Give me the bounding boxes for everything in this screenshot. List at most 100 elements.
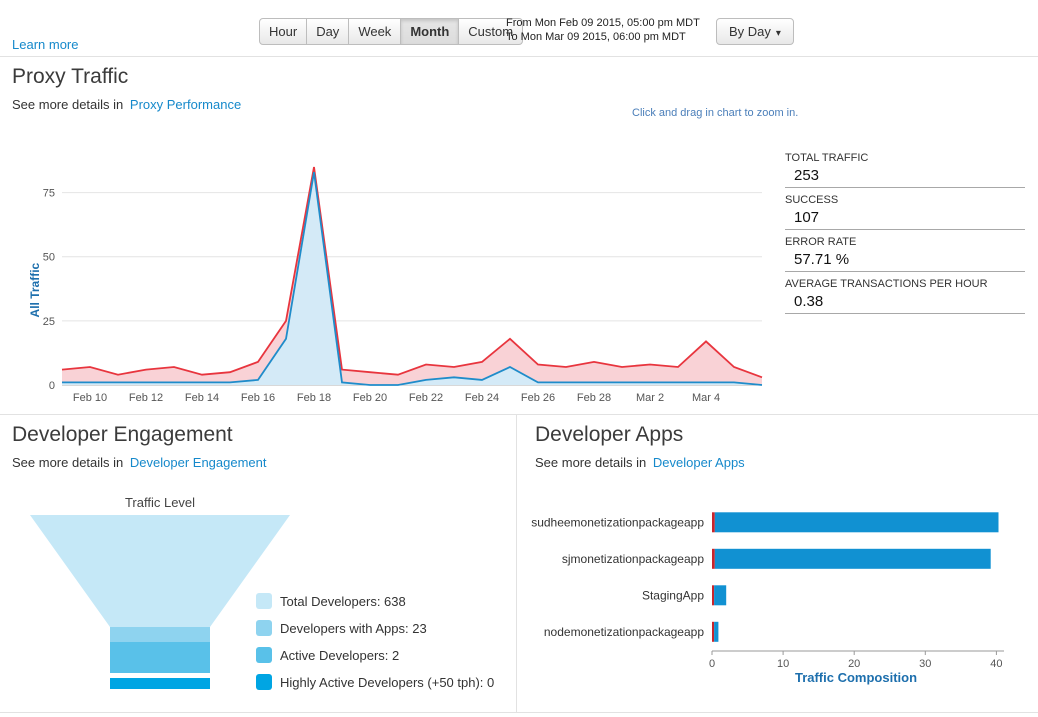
granularity-dropdown[interactable]: By Day ▾ xyxy=(716,18,794,45)
y-tick-label: 75 xyxy=(43,188,55,200)
engagement-subtitle: See more details in Developer Engagement xyxy=(12,455,267,470)
legend-item: Active Developers: 2 xyxy=(256,647,494,663)
stat-value: 57.71 % xyxy=(785,251,1025,268)
funnel-stage-total xyxy=(30,515,290,627)
range-button-month[interactable]: Month xyxy=(400,18,459,45)
traffic-area-chart[interactable]: 0 25 50 75 Feb 10 Feb 12 Feb 14 Feb 16 Feb 18 Feb… xyxy=(28,141,770,411)
x-tick-label: Mar 2 xyxy=(636,392,664,404)
legend-swatch-icon xyxy=(256,647,272,663)
zoom-hint: Click and drag in chart to zoom in. xyxy=(632,107,798,119)
x-tick-label: Feb 20 xyxy=(353,392,387,404)
x-tick-label: Feb 16 xyxy=(241,392,275,404)
stat-error-rate: ERROR RATE 57.71 % xyxy=(785,236,1025,272)
apps-subtitle: See more details in Developer Apps xyxy=(535,455,745,470)
x-tick-label: 40 xyxy=(990,658,1002,670)
x-tick-label: Feb 10 xyxy=(73,392,107,404)
range-button-hour[interactable]: Hour xyxy=(259,18,307,45)
developer-apps-title: Developer Apps xyxy=(535,423,683,447)
stat-label: SUCCESS xyxy=(785,194,1025,206)
developer-apps-section: Developer Apps See more details in Devel… xyxy=(517,415,1038,712)
bar-category-label: nodemonetizationpackageapp xyxy=(544,625,704,639)
legend-label: Developers with Apps: 23 xyxy=(280,621,427,636)
x-tick-label: 0 xyxy=(709,658,715,670)
funnel-legend: Total Developers: 638 Developers with App… xyxy=(256,593,494,701)
x-tick-label: Feb 18 xyxy=(297,392,331,404)
y-tick-label: 50 xyxy=(43,252,55,264)
analytics-dashboard-page: Learn more HourDayWeekMonthCustom From M… xyxy=(0,0,1038,717)
line-success xyxy=(62,172,762,385)
time-range-buttons: HourDayWeekMonthCustom xyxy=(259,18,523,45)
date-from: From Mon Feb 09 2015, 05:00 pm MDT xyxy=(506,16,700,30)
proxy-traffic-title: Proxy Traffic xyxy=(12,65,128,89)
bar-category-label: StagingApp xyxy=(642,588,704,602)
x-tick-label: Feb 24 xyxy=(465,392,499,404)
topbar: Learn more HourDayWeekMonthCustom From M… xyxy=(0,0,1038,57)
bar-error-segment xyxy=(712,512,715,532)
x-tick-label: Mar 4 xyxy=(692,392,720,404)
developer-apps-link[interactable]: Developer Apps xyxy=(653,455,745,470)
x-tick-label: Feb 28 xyxy=(577,392,611,404)
legend-item: Developers with Apps: 23 xyxy=(256,620,494,636)
proxy-subtitle: See more details in Proxy Performance xyxy=(12,97,241,112)
proxy-performance-link[interactable]: Proxy Performance xyxy=(130,97,241,112)
range-button-week[interactable]: Week xyxy=(348,18,401,45)
x-tick-label: Feb 22 xyxy=(409,392,443,404)
traffic-stats-panel: TOTAL TRAFFIC 253 SUCCESS 107 ERROR RATE… xyxy=(785,152,1025,320)
bottom-sections: Developer Engagement See more details in… xyxy=(0,415,1038,713)
stat-success: SUCCESS 107 xyxy=(785,194,1025,230)
legend-label: Total Developers: 638 xyxy=(280,594,406,609)
legend-label: Active Developers: 2 xyxy=(280,648,399,663)
bar-traffic-segment xyxy=(715,549,991,569)
stat-value: 253 xyxy=(785,167,1025,184)
funnel-stage-highlyactive xyxy=(110,678,210,689)
stat-total-traffic: TOTAL TRAFFIC 253 xyxy=(785,152,1025,188)
area-traffic xyxy=(62,167,762,385)
funnel-stage-active xyxy=(110,642,210,673)
stat-label: TOTAL TRAFFIC xyxy=(785,152,1025,164)
stat-label: ERROR RATE xyxy=(785,236,1025,248)
bar-error-segment xyxy=(712,549,715,569)
line-traffic xyxy=(62,167,762,377)
granularity-label: By Day xyxy=(729,24,771,39)
y-axis-label: All Traffic xyxy=(28,262,42,317)
legend-swatch-icon xyxy=(256,593,272,609)
developer-engagement-link[interactable]: Developer Engagement xyxy=(130,455,267,470)
bar-traffic-segment xyxy=(714,622,718,642)
proxy-traffic-section: Proxy Traffic See more details in Proxy … xyxy=(0,57,1038,415)
x-tick-label: 20 xyxy=(848,658,860,670)
y-tick-label: 0 xyxy=(49,380,55,392)
date-range: From Mon Feb 09 2015, 05:00 pm MDT To Mo… xyxy=(506,16,700,44)
stat-value: 107 xyxy=(785,209,1025,226)
stat-label: AVERAGE TRANSACTIONS PER HOUR xyxy=(785,278,1025,290)
legend-item: Total Developers: 638 xyxy=(256,593,494,609)
area-success xyxy=(62,172,762,385)
stat-value: 0.38 xyxy=(785,293,1025,310)
funnel-title: Traffic Level xyxy=(20,495,300,510)
x-tick-label: 10 xyxy=(777,658,789,670)
developer-engagement-section: Developer Engagement See more details in… xyxy=(0,415,517,712)
x-axis-title: Traffic Composition xyxy=(795,670,917,685)
y-tick-label: 25 xyxy=(43,316,55,328)
legend-swatch-icon xyxy=(256,674,272,690)
bar-traffic-segment xyxy=(715,512,999,532)
developer-engagement-title: Developer Engagement xyxy=(12,423,233,447)
range-button-day[interactable]: Day xyxy=(306,18,349,45)
bar-error-segment xyxy=(712,622,714,642)
bar-traffic-segment xyxy=(714,585,726,605)
x-tick-label: Feb 12 xyxy=(129,392,163,404)
see-more-text: See more details in xyxy=(535,455,646,470)
x-tick-label: 30 xyxy=(919,658,931,670)
x-tick-label: Feb 14 xyxy=(185,392,219,404)
see-more-text: See more details in xyxy=(12,97,123,112)
stat-avg-tph: AVERAGE TRANSACTIONS PER HOUR 0.38 xyxy=(785,278,1025,314)
funnel-stage-withapps xyxy=(110,627,210,642)
legend-label: Highly Active Developers (+50 tph): 0 xyxy=(280,675,494,690)
see-more-text: See more details in xyxy=(12,455,123,470)
bar-category-label: sudheemonetizationpackageapp xyxy=(531,515,704,529)
legend-item: Highly Active Developers (+50 tph): 0 xyxy=(256,674,494,690)
learn-more-link[interactable]: Learn more xyxy=(12,37,78,52)
chevron-down-icon: ▾ xyxy=(776,28,781,39)
legend-swatch-icon xyxy=(256,620,272,636)
date-to: To Mon Mar 09 2015, 06:00 pm MDT xyxy=(506,30,700,44)
bar-error-segment xyxy=(712,585,714,605)
